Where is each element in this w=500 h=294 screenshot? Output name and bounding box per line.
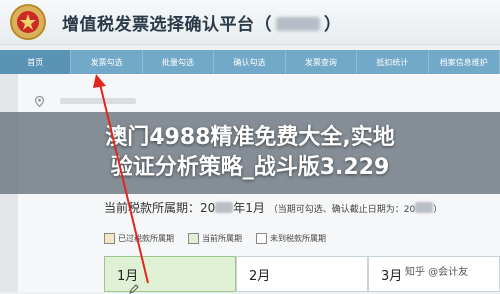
legend-swatch-current	[188, 233, 199, 244]
month-label: 3月	[381, 269, 403, 284]
legend-item-future: 未到税款所属期	[256, 233, 326, 244]
deadline-note-open: （当期可勾选、确认截止日期为：	[268, 205, 404, 215]
nav-item-home[interactable]: 首页	[0, 50, 72, 74]
month-label: 1月	[117, 269, 139, 284]
legend-label-past: 已过税款所属期	[118, 234, 174, 243]
nav-item-profile-maintenance[interactable]: 档案信息维护	[429, 50, 500, 74]
month-cell-feb[interactable]: 2月	[236, 256, 368, 292]
month-cell-jan[interactable]: 1月	[104, 256, 236, 294]
main-nav: 首页 发票勾选 批量勾选 确认勾选 发票查询 抵扣统计 档案信息维护	[0, 50, 500, 74]
nav-item-deduction-stats[interactable]: 抵扣统计	[357, 50, 429, 74]
location-pin-icon	[34, 96, 45, 107]
nav-item-batch-select[interactable]: 批量勾选	[143, 50, 215, 74]
nav-item-invoice-select[interactable]: 发票勾选	[71, 50, 143, 74]
period-label: 当前税款所属期：	[104, 201, 201, 215]
legend-label-current: 当前所属期	[202, 234, 242, 243]
deadline-year-prefix: 20	[403, 205, 416, 215]
tax-period-line: 当前税款所属期：20 年1月 （当期可勾选、确认截止日期为：20）	[104, 199, 442, 216]
deadline-note: （当期可勾选、确认截止日期为：20 ）	[268, 202, 443, 215]
legend-label-future: 未到税款所属期	[270, 234, 326, 243]
month-label: 2月	[249, 269, 271, 284]
nav-item-confirm-select[interactable]: 确认勾选	[214, 50, 286, 74]
redacted-region	[276, 17, 320, 31]
nav-item-invoice-query[interactable]: 发票查询	[286, 50, 358, 74]
deadline-note-close: ）	[433, 205, 443, 215]
source-watermark: 知乎 @会计友	[402, 262, 472, 279]
redacted-deadline	[415, 202, 434, 213]
breadcrumb-placeholder	[60, 98, 136, 104]
period-month: 年1月	[233, 201, 265, 215]
legend-swatch-future	[256, 233, 267, 244]
national-emblem-icon	[10, 4, 46, 40]
legend-item-current: 当前所属期	[188, 233, 242, 244]
legend-item-past: 已过税款所属期	[104, 233, 174, 244]
app-title-suffix: ）	[324, 15, 342, 35]
period-year-prefix: 20	[200, 201, 216, 215]
pencil-icon	[129, 284, 139, 294]
app-header: 增值税发票选择确认平台（ ）	[0, 0, 500, 45]
period-legend: 已过税款所属期 当前所属期 未到税款所属期	[104, 233, 326, 244]
redacted-year	[215, 202, 234, 213]
app-title: 增值税发票选择确认平台（ ）	[62, 10, 342, 35]
app-title-text: 增值税发票选择确认平台（	[62, 15, 272, 35]
banner-line-1: 澳门4988精准免费大全,实地	[105, 124, 395, 150]
overlay-banner-text: 澳门4988精准免费大全,实地 验证分析策略_战斗版3.229	[0, 112, 500, 194]
legend-swatch-past	[104, 233, 115, 244]
banner-line-2: 验证分析策略_战斗版3.229	[110, 155, 390, 180]
